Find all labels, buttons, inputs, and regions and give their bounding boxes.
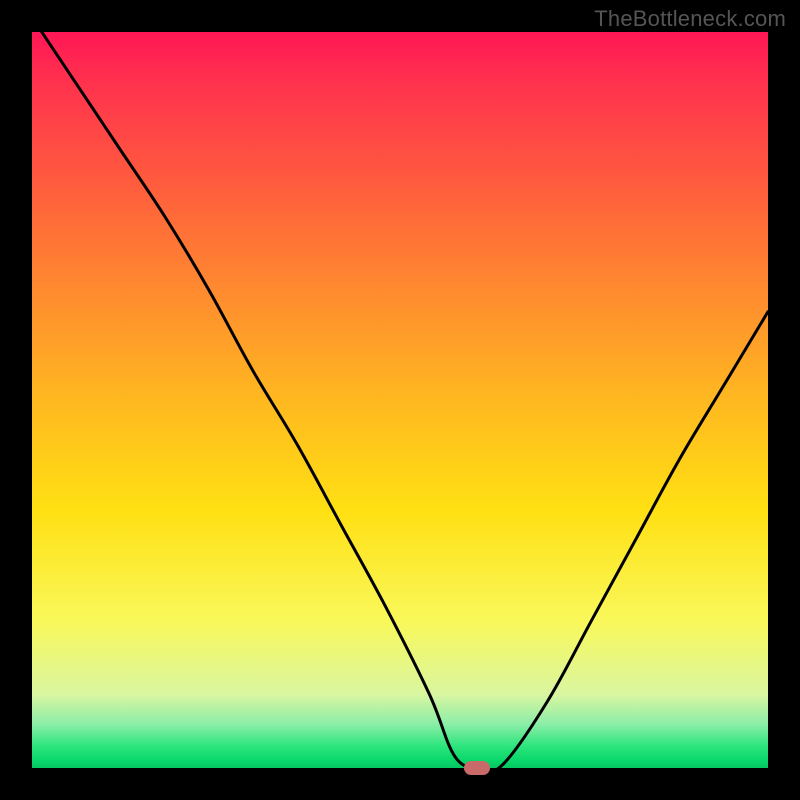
optimal-point-marker: [464, 761, 490, 775]
plot-area: [32, 32, 768, 768]
bottleneck-curve-svg: [32, 32, 768, 768]
frame: TheBottleneck.com: [0, 0, 800, 800]
watermark-text: TheBottleneck.com: [594, 6, 786, 32]
bottleneck-curve-path: [32, 17, 768, 771]
